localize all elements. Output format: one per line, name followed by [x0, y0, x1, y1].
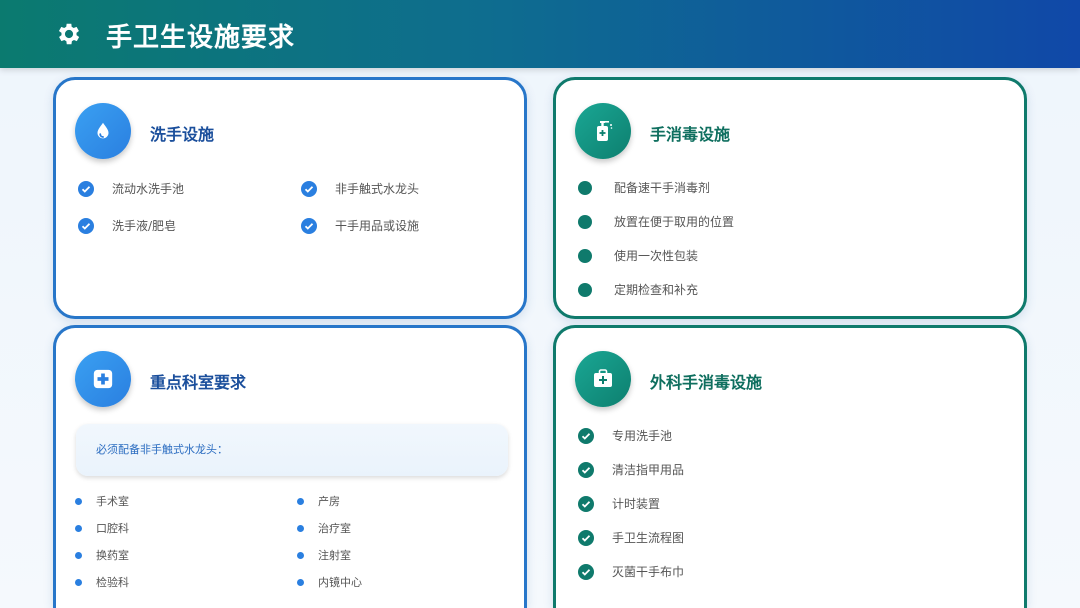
- hand-washing-facilities-card: 洗手设施 流动水洗手池 非手触式水龙头 洗手液/肥皂 干手用品或设施: [53, 77, 527, 319]
- list-item: 洗手液/肥皂: [78, 217, 176, 234]
- list-item: 定期检查和补充: [578, 281, 698, 298]
- card-badge: [75, 103, 131, 159]
- hand-disinfection-facilities-card: 手消毒设施 配备速干手消毒剂 放置在便于取用的位置 使用一次性包装 定期检查和补…: [553, 77, 1027, 319]
- list-item-label: 流动水洗手池: [112, 182, 185, 196]
- list-item: 手术室: [75, 493, 129, 509]
- bullet-dot-icon: [297, 497, 304, 505]
- surgical-hand-disinfection-card: 外科手消毒设施 专用洗手池 清洁指甲用品 计时装置 手卫生流程图 灭菌干手布巾: [553, 325, 1027, 608]
- list-item-label: 治疗室: [318, 522, 351, 535]
- list-item-label: 口腔科: [96, 522, 129, 535]
- list-item-label: 灭菌干手布巾: [612, 565, 685, 579]
- check-circle-icon: [301, 180, 317, 197]
- sanitizer-pump-icon: [597, 121, 613, 141]
- list-item-label: 洗手液/肥皂: [112, 219, 177, 233]
- check-circle-icon: [578, 495, 594, 512]
- check-circle-icon: [578, 563, 594, 580]
- check-circle-icon: [78, 217, 94, 234]
- list-item: 放置在便于取用的位置: [578, 213, 734, 230]
- list-item-label: 注射室: [318, 549, 351, 562]
- list-item: 干手用品或设施: [301, 217, 419, 234]
- list-item: 非手触式水龙头: [301, 180, 419, 197]
- list-item: 产房: [297, 493, 340, 509]
- card-badge: [575, 351, 631, 407]
- list-item: 使用一次性包装: [578, 247, 698, 264]
- check-circle-icon: [578, 461, 594, 478]
- list-item: 灭菌干手布巾: [578, 563, 684, 580]
- list-item-label: 换药室: [96, 549, 129, 562]
- page-title: 手卫生设施要求: [106, 23, 296, 53]
- list-item-label: 产房: [318, 495, 340, 508]
- bullet-dot-icon: [578, 248, 592, 263]
- card-title: 手消毒设施: [650, 125, 731, 144]
- key-department-requirements-card: 重点科室要求 必须配备非手触式水龙头： 手术室 产房 口腔科 治疗室 换药室 注…: [53, 325, 527, 608]
- list-item: 口腔科: [75, 520, 129, 536]
- list-item: 手卫生流程图: [578, 529, 684, 546]
- check-circle-icon: [301, 217, 317, 234]
- list-item-label: 干手用品或设施: [335, 219, 420, 233]
- list-item: 注射室: [297, 547, 351, 563]
- bullet-dot-icon: [578, 214, 592, 229]
- list-item-label: 内镜中心: [318, 576, 362, 589]
- list-item: 专用洗手池: [578, 427, 672, 444]
- list-item: 治疗室: [297, 520, 351, 536]
- requirement-note: 必须配备非手触式水龙头：: [76, 424, 508, 476]
- list-item-label: 清洁指甲用品: [612, 463, 685, 477]
- check-circle-icon: [78, 180, 94, 197]
- card-badge: [575, 103, 631, 159]
- list-item-label: 放置在便于取用的位置: [614, 215, 735, 229]
- list-item-label: 专用洗手池: [612, 429, 673, 443]
- bullet-dot-icon: [578, 180, 592, 195]
- bullet-dot-icon: [75, 524, 82, 532]
- list-item: 检验科: [75, 574, 129, 590]
- list-item-label: 计时装置: [612, 497, 661, 511]
- bullet-dot-icon: [297, 578, 304, 586]
- bullet-dot-icon: [75, 497, 82, 505]
- gear-icon[interactable]: [55, 20, 83, 48]
- list-item: 换药室: [75, 547, 129, 563]
- check-circle-icon: [578, 529, 594, 546]
- medical-cross-icon: [93, 369, 113, 389]
- bullet-dot-icon: [75, 578, 82, 586]
- header-bar: 手卫生设施要求: [0, 0, 1080, 68]
- list-item: 计时装置: [578, 495, 660, 512]
- list-item-label: 使用一次性包装: [614, 249, 699, 263]
- list-item-label: 非手触式水龙头: [335, 182, 420, 196]
- list-item: 清洁指甲用品: [578, 461, 684, 478]
- card-title: 洗手设施: [150, 125, 215, 144]
- check-circle-icon: [578, 427, 594, 444]
- list-item-label: 手卫生流程图: [612, 531, 685, 545]
- list-item-label: 手术室: [96, 495, 129, 508]
- water-drop-icon: [97, 122, 109, 139]
- card-title: 外科手消毒设施: [650, 373, 763, 392]
- bullet-dot-icon: [297, 551, 304, 559]
- list-item: 流动水洗手池: [78, 180, 184, 197]
- list-item-label: 定期检查和补充: [614, 283, 699, 297]
- list-item-label: 检验科: [96, 576, 129, 589]
- list-item-label: 配备速干手消毒剂: [614, 181, 711, 195]
- card-badge: [75, 351, 131, 407]
- list-item: 内镜中心: [297, 574, 362, 590]
- bullet-dot-icon: [75, 551, 82, 559]
- list-item: 配备速干手消毒剂: [578, 179, 710, 196]
- bullet-dot-icon: [578, 282, 592, 297]
- card-title: 重点科室要求: [150, 373, 247, 392]
- bullet-dot-icon: [297, 524, 304, 532]
- first-aid-kit-icon: [594, 369, 612, 387]
